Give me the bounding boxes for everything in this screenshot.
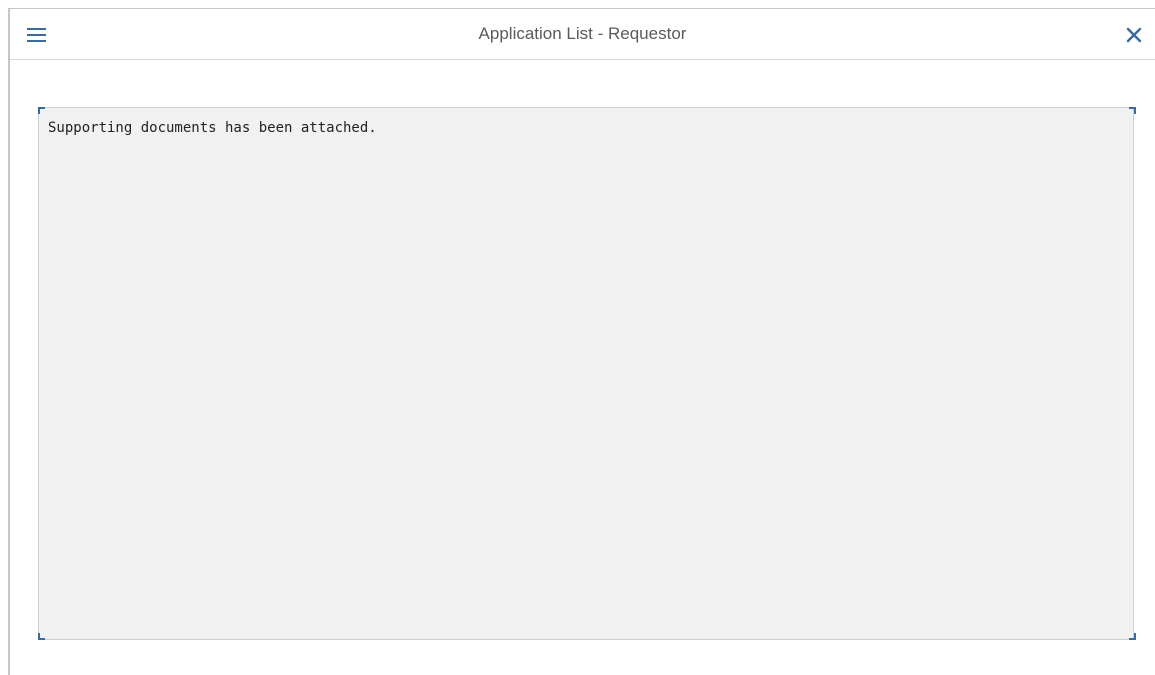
- hamburger-menu-icon: [27, 28, 46, 42]
- page-title: Application List - Requestor: [478, 24, 687, 43]
- menu-button[interactable]: [26, 26, 48, 44]
- text-editor-content: Supporting documents has been attached.: [48, 120, 377, 136]
- corner-marker-top-left: [38, 107, 45, 114]
- close-icon: [1126, 27, 1142, 43]
- app-window: Application List - Requestor Supporting …: [8, 8, 1155, 675]
- corner-marker-bottom-left: [38, 633, 45, 640]
- text-editor-area[interactable]: Supporting documents has been attached.: [38, 107, 1136, 640]
- corner-marker-bottom-right: [1129, 633, 1136, 640]
- close-button[interactable]: [1125, 26, 1143, 44]
- corner-marker-top-right: [1129, 107, 1136, 114]
- header-bar: Application List - Requestor: [10, 9, 1155, 60]
